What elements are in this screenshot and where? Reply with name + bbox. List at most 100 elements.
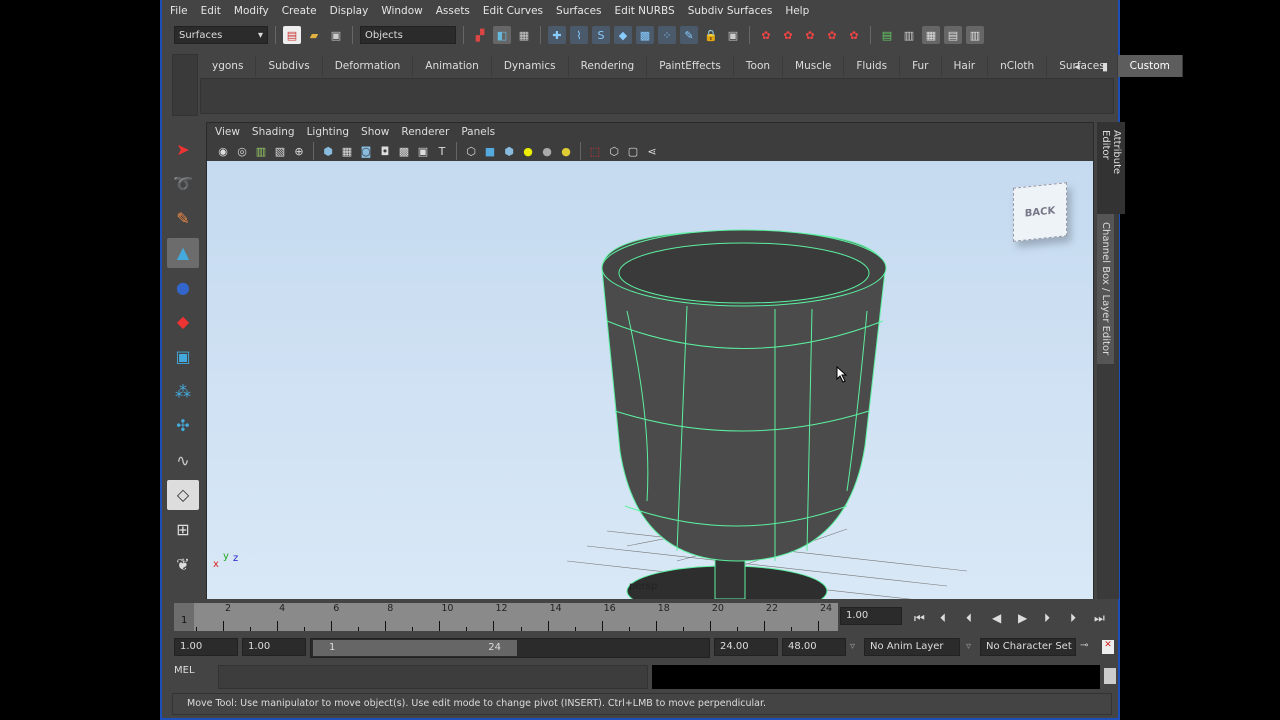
tab-subdivs[interactable]: Subdivs	[256, 55, 323, 77]
viewcube[interactable]: BACK	[1013, 182, 1067, 242]
tab-ygons[interactable]: ygons	[200, 55, 257, 77]
menu-file[interactable]: File	[170, 5, 188, 17]
shelf-scroll-left-icon[interactable]: ◂	[1070, 57, 1084, 75]
menuset-dropdown[interactable]: Surfaces ▾	[174, 26, 268, 44]
range-slider-handle[interactable]: 1 24	[313, 640, 517, 656]
snap-live-icon[interactable]: ⁘	[658, 26, 676, 44]
viewport-menu-shading[interactable]: Shading	[252, 126, 295, 138]
tab-hair[interactable]: Hair	[942, 55, 989, 77]
lock-icon[interactable]: 🔒	[702, 26, 720, 44]
menu-help[interactable]: Help	[785, 5, 809, 17]
share-icon[interactable]: ⋖	[644, 143, 660, 159]
snap-plane-icon[interactable]: ◆	[614, 26, 632, 44]
ipr-render-icon[interactable]: ✿	[779, 26, 797, 44]
single-perspective-layout-icon[interactable]: ◇	[167, 479, 199, 510]
attribute-editor-icon[interactable]: ▤	[944, 26, 962, 44]
range-slider[interactable]: 1 24	[310, 638, 710, 658]
two-d-pan-icon[interactable]: ⊕	[291, 143, 307, 159]
animation-preferences-icon[interactable]: ✕	[1102, 640, 1114, 654]
step-back-key-icon[interactable]: ⏴	[966, 611, 972, 626]
viewport-menu-lighting[interactable]: Lighting	[307, 126, 349, 138]
bounding-box-icon[interactable]: ⬡	[463, 143, 479, 159]
smooth-shade-icon[interactable]: ▦	[339, 143, 355, 159]
menu-create[interactable]: Create	[282, 5, 317, 17]
tab-painteffects[interactable]: PaintEffects	[647, 55, 734, 77]
new-scene-icon[interactable]: ▤	[283, 26, 301, 44]
layout-icon[interactable]: ▤	[878, 26, 896, 44]
scale-tool-icon[interactable]: ◆	[167, 307, 199, 337]
move-tool-icon[interactable]: ▲	[167, 237, 199, 268]
camera-icon[interactable]: ◉	[215, 143, 231, 159]
viewport-menu-show[interactable]: Show	[361, 126, 389, 138]
xray-icon[interactable]: ◘	[377, 143, 393, 159]
menu-assets[interactable]: Assets	[436, 5, 470, 17]
tab-fur[interactable]: Fur	[900, 55, 942, 77]
menu-window[interactable]: Window	[381, 5, 422, 17]
end-time-field[interactable]: 48.00	[782, 638, 846, 656]
hypershade-icon[interactable]: ✿	[823, 26, 841, 44]
viewport-menu-panels[interactable]: Panels	[461, 126, 495, 138]
shelf-menu-handle[interactable]	[172, 54, 198, 116]
outliner-icon[interactable]: ▥	[900, 26, 918, 44]
render-view-icon[interactable]: ✿	[845, 26, 863, 44]
all-lights-icon[interactable]: ●	[539, 143, 555, 159]
current-frame-marker[interactable]: 1	[174, 603, 194, 631]
playback-end-field[interactable]: 24.00	[714, 638, 778, 656]
play-backwards-icon[interactable]: ◀	[992, 611, 1001, 625]
selection-mode-dropdown[interactable]: Objects	[360, 26, 456, 44]
outliner-layout-icon[interactable]: ❦	[167, 549, 199, 579]
menu-edit[interactable]: Edit	[201, 5, 221, 17]
step-back-frame-icon[interactable]: ⏴	[940, 611, 946, 626]
step-forward-key-icon[interactable]: ⏵	[1044, 611, 1050, 626]
tab-channel-box[interactable]: Channel Box / Layer Editor	[1097, 214, 1114, 364]
textured-cube-icon[interactable]: ⬢	[501, 143, 517, 159]
snap-surface-icon[interactable]: ▩	[636, 26, 654, 44]
step-forward-frame-icon[interactable]: ⏵	[1070, 611, 1076, 626]
tab-animation[interactable]: Animation	[413, 55, 492, 77]
menu-subdiv-surfaces[interactable]: Subdiv Surfaces	[688, 5, 773, 17]
menu-surfaces[interactable]: Surfaces	[556, 5, 601, 17]
default-light-icon[interactable]: ●	[520, 143, 536, 159]
wireframe-on-shaded-icon[interactable]: ◙	[358, 143, 374, 159]
anim-layer-dropdown[interactable]: No Anim Layer	[864, 638, 960, 656]
bookmark-icon[interactable]: ▥	[253, 143, 269, 159]
menu-display[interactable]: Display	[330, 5, 369, 17]
snap-grid-icon[interactable]: ✚	[548, 26, 566, 44]
lights-icon[interactable]: ▣	[415, 143, 431, 159]
camera-attributes-icon[interactable]: ◎	[234, 143, 250, 159]
tab-custom[interactable]: Custom	[1117, 55, 1183, 77]
tab-toon[interactable]: Toon	[734, 55, 784, 77]
start-time-field[interactable]: 1.00	[174, 638, 238, 656]
3d-scene[interactable]: persp BACK x y z	[207, 161, 1093, 599]
anim-layer-chevron-icon[interactable]: ▿	[850, 641, 855, 652]
lasso-tool-icon[interactable]: ➰	[167, 169, 199, 199]
save-scene-icon[interactable]: ▣	[327, 26, 345, 44]
four-view-layout-icon[interactable]: ⊞	[167, 515, 199, 545]
playback-start-field[interactable]: 1.00	[242, 638, 306, 656]
tab-dynamics[interactable]: Dynamics	[492, 55, 569, 77]
go-to-end-icon[interactable]: ⏭	[1094, 611, 1105, 626]
viewport-menu-renderer[interactable]: Renderer	[401, 126, 449, 138]
command-input[interactable]	[218, 665, 648, 689]
tab-rendering[interactable]: Rendering	[569, 55, 648, 77]
menu-modify[interactable]: Modify	[234, 5, 269, 17]
go-to-start-icon[interactable]: ⏮	[914, 611, 925, 626]
soft-mod-tool-icon[interactable]: ⁂	[167, 376, 199, 406]
menu-edit-curves[interactable]: Edit Curves	[483, 5, 543, 17]
open-scene-icon[interactable]: ▰	[305, 26, 323, 44]
tool-settings-icon[interactable]: ▥	[966, 26, 984, 44]
tab-attribute-editor[interactable]: Attribute Editor	[1097, 122, 1125, 214]
snap-curve-icon[interactable]: ⌇	[570, 26, 588, 44]
command-language-label[interactable]: MEL	[174, 665, 195, 676]
shadows-icon[interactable]: ●	[558, 143, 574, 159]
select-hierarchy-icon[interactable]: ▞	[471, 26, 489, 44]
render-settings-icon[interactable]: ✿	[801, 26, 819, 44]
viewport-menu-view[interactable]: View	[215, 126, 240, 138]
render-icon[interactable]: ✿	[757, 26, 775, 44]
last-tool-icon[interactable]: ∿	[167, 445, 199, 475]
script-editor-icon[interactable]	[1104, 668, 1116, 684]
rotate-tool-icon[interactable]: ●	[167, 272, 199, 302]
xray-joints-icon[interactable]: ⬡	[606, 143, 622, 159]
select-component-icon[interactable]: ▦	[515, 26, 533, 44]
tab-muscle[interactable]: Muscle	[783, 55, 845, 77]
